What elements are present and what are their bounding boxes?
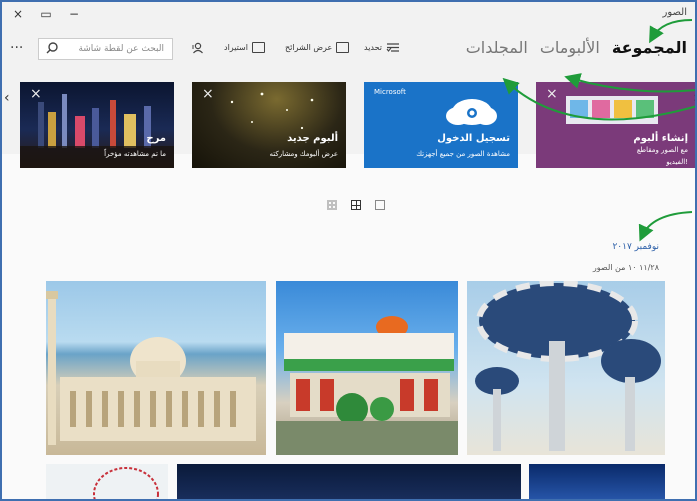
suggestion-tiles: ‹ × مرح ما تم مشاهدته مؤخراً × ألبوم جدي… [2, 72, 695, 168]
entertainment-city-image [276, 316, 458, 455]
small-grid-icon[interactable] [327, 200, 337, 210]
import-button[interactable]: استيراد [224, 42, 265, 53]
tab-folders[interactable]: المجلدات [466, 38, 528, 57]
toolbar: ··· البحث عن لقطة شاشة استيراد عرض الشرا… [2, 26, 695, 72]
minimize-button[interactable]: − [64, 5, 84, 23]
search-placeholder: البحث عن لقطة شاشة [78, 44, 164, 54]
app-title: الصور [662, 7, 688, 18]
title-bar: × ▭ − الصور [2, 2, 695, 26]
view-size-toggles [327, 200, 385, 210]
tile-title: تسجيل الدخول [437, 133, 510, 144]
chevron-left-icon[interactable]: ‹ [4, 90, 10, 106]
tile-extra: الفيديو! [666, 158, 688, 166]
photos-window: × ▭ − الصور ··· البحث عن لقطة شاشة استير… [0, 0, 697, 501]
water-towers-image [475, 281, 661, 451]
tile-new-album[interactable]: × ألبوم جديد عرض ألبومك ومشاركته [192, 82, 346, 168]
select-button[interactable]: تحديد [364, 42, 400, 53]
more-options-button[interactable]: ··· [10, 40, 23, 56]
tile-memories[interactable]: × مرح ما تم مشاهدته مؤخراً [20, 82, 174, 168]
large-grid-icon[interactable] [375, 200, 385, 210]
tile-title: ألبوم جديد [287, 133, 338, 144]
restore-button[interactable]: ▭ [36, 5, 56, 23]
add-person-button[interactable] [192, 42, 204, 54]
tile-subtitle: ما تم مشاهدته مؤخراً [104, 150, 166, 158]
tile-title: مرح [146, 133, 166, 144]
close-icon[interactable]: × [202, 86, 214, 102]
photo-water-towers[interactable] [467, 281, 665, 455]
photo-tower-night[interactable] [529, 464, 665, 499]
import-icon [251, 42, 265, 53]
photo-entertainment-city[interactable] [276, 281, 458, 455]
tab-collection[interactable]: المجموعة [612, 38, 687, 57]
tile-subtitle: مع الصور ومقاطع [636, 146, 688, 154]
tile-subtitle: عرض ألبومك ومشاركته [269, 150, 339, 158]
search-input[interactable]: البحث عن لقطة شاشة [38, 38, 173, 60]
tile-subtitle: مشاهدة الصور من جميع أجهزتك [416, 150, 510, 158]
close-button[interactable]: × [8, 5, 28, 23]
photo-mosque[interactable] [46, 281, 266, 455]
photo-night-scene[interactable] [177, 464, 521, 499]
view-tabs: المجموعة الألبومات المجلدات [466, 38, 687, 57]
slideshow-icon [336, 42, 350, 53]
emblem-image [93, 467, 159, 499]
medium-grid-icon[interactable] [351, 200, 361, 210]
slideshow-button[interactable]: عرض الشرائح [285, 42, 350, 53]
collection-count: ١١/٢٨ ١٠ من الصور [592, 263, 659, 272]
close-icon[interactable]: × [30, 86, 42, 102]
tile-sign-in[interactable]: Microsoft تسجيل الدخول مشاهدة الصور من ج… [364, 82, 518, 168]
mosque-image [46, 291, 256, 445]
photo-collage-image [566, 96, 658, 124]
select-icon [386, 43, 400, 52]
import-label: استيراد [224, 43, 248, 52]
select-label: تحديد [364, 43, 383, 52]
chevron-right-icon[interactable]: › [693, 90, 695, 106]
tile-create-album[interactable]: × إنشاء ألبوم مع الصور ومقاطع الفيديو! [536, 82, 695, 168]
person-add-icon [192, 42, 203, 54]
search-icon [45, 40, 59, 59]
tile-title: إنشاء ألبوم [633, 133, 688, 144]
slideshow-label: عرض الشرائح [285, 43, 333, 52]
tab-albums[interactable]: الألبومات [540, 38, 600, 57]
photo-logo[interactable] [46, 464, 168, 499]
collection-date[interactable]: نوفمبر ٢٠١٧ [612, 242, 659, 252]
